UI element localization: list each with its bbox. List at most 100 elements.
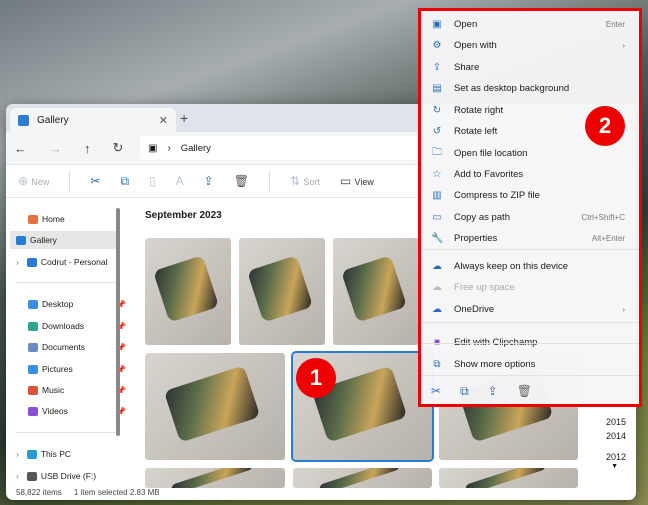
gallery-icon: ▣ [148, 142, 158, 154]
folder-icon [28, 342, 38, 352]
menu-item-show-more-options[interactable]: ⧉ Show more options [427, 354, 633, 375]
divider [16, 282, 116, 283]
cut-icon[interactable]: ✂ [431, 384, 441, 399]
delete-button[interactable]: 🗑 [234, 174, 249, 188]
sidebar-item-label: Downloads [42, 321, 85, 331]
refresh-button[interactable]: ↻ [113, 140, 124, 156]
menu-item-copy-as-path[interactable]: ▭ Copy as path Ctrl+Shift+C [427, 207, 633, 228]
sidebar-item-this-pc[interactable]: › This PC [16, 445, 120, 463]
sidebar-item-label: Videos [42, 406, 68, 416]
menu-item-open-with[interactable]: ⚙ Open with › [427, 35, 633, 56]
menu-separator [421, 343, 639, 344]
expand-chevron-icon[interactable]: › [16, 257, 19, 267]
folder-icon [28, 406, 38, 416]
sidebar-item-gallery[interactable]: Gallery [10, 231, 116, 249]
menu-item-free-up-space[interactable]: ☁ Free up space [427, 277, 633, 298]
sidebar-item-label: Documents [42, 342, 85, 352]
properties-icon: 🔧 [431, 233, 444, 244]
tab-title: Gallery [37, 114, 69, 126]
delete-icon[interactable]: 🗑 [517, 384, 532, 399]
up-button[interactable]: ↑ [84, 141, 91, 156]
rotate-right-icon: ↻ [432, 105, 442, 116]
scroll-down-arrow-icon[interactable]: ▼ [611, 463, 618, 470]
item-count: 58,822 items [16, 487, 62, 497]
year-2014[interactable]: 2014 [606, 431, 626, 441]
menu-item-label: Rotate right [454, 105, 504, 116]
folder-icon [28, 321, 38, 331]
photo-thumbnail[interactable] [239, 238, 325, 345]
rename-button[interactable]: A [176, 174, 184, 188]
sidebar-scrollbar[interactable] [116, 208, 120, 436]
open-file-location-icon: 🗀 [432, 147, 442, 158]
always-keep-on-this-device-icon: ☁ [432, 261, 442, 272]
menu-item-always-keep-on-this-device[interactable]: ☁ Always keep on this device [427, 256, 633, 277]
breadcrumb-gallery[interactable]: Gallery [181, 143, 211, 154]
sidebar-item-usb-drive-f[interactable]: › USB Drive (F:) [16, 467, 120, 485]
expand-chevron-icon[interactable]: › [16, 471, 19, 481]
close-tab-button[interactable]: ✕ [159, 114, 168, 127]
menu-item-label: Add to Favorites [454, 169, 524, 180]
photo-thumbnail[interactable] [145, 238, 231, 345]
menu-item-label: Free up space [454, 282, 515, 293]
menu-item-label: Copy as path [454, 212, 510, 223]
menu-separator [421, 322, 639, 323]
photo-thumbnail[interactable] [333, 238, 419, 345]
new-tab-button[interactable]: + [180, 110, 188, 126]
back-button[interactable]: ← [14, 141, 27, 156]
cut-button[interactable]: ✂ [90, 174, 100, 188]
photo-thumbnail[interactable] [145, 353, 285, 460]
annotation-badge-1: 1 [296, 358, 336, 398]
year-2012[interactable]: 2012 [606, 452, 626, 462]
menu-item-label: Open file location [454, 148, 528, 159]
sidebar-item-label: This PC [40, 449, 72, 459]
sidebar-item-label: USB Drive (F:) [40, 471, 97, 481]
forward-button[interactable]: → [49, 141, 62, 156]
folder-icon [28, 299, 38, 309]
share-button[interactable]: ⇪ [204, 174, 214, 188]
folder-icon [26, 257, 37, 267]
view-button[interactable]: ▭ View [340, 174, 374, 188]
menu-item-label: Open [454, 19, 478, 30]
new-button[interactable]: ⊕ New [18, 174, 49, 188]
paste-button[interactable]: ▯ [149, 174, 156, 188]
divider [16, 432, 116, 433]
folder-icon [26, 449, 37, 459]
folder-icon [28, 385, 38, 395]
sidebar-item-label: Music [42, 385, 65, 395]
tab-gallery[interactable]: Gallery ✕ [10, 108, 176, 132]
address-bar[interactable]: ▣ › Gallery [140, 136, 430, 160]
menu-item-shortcut: › [622, 305, 625, 314]
menu-item-shortcut: Ctrl+Shift+C [581, 213, 625, 222]
sort-button[interactable]: ⇅ Sort [290, 174, 320, 188]
set-as-desktop-background-icon: ▤ [432, 83, 442, 94]
year-2015[interactable]: 2015 [606, 417, 626, 427]
open-with-icon: ⚙ [432, 40, 442, 51]
expand-chevron-icon[interactable]: › [16, 449, 19, 459]
folder-icon [26, 471, 37, 481]
copy-button[interactable]: ⧉ [120, 174, 129, 189]
new-label: New [31, 177, 50, 187]
menu-item-label: Share [454, 62, 480, 73]
navigation-pane: Home Gallery › Codrut - Personal Desktop 📌 Dow… [6, 200, 126, 485]
menu-item-shortcut: Enter [605, 20, 625, 29]
selection-info: 1 item selected 2.83 MB [73, 487, 160, 497]
menu-item-set-as-desktop-background[interactable]: ▤ Set as desktop background [427, 78, 633, 99]
copy-as-path-icon: ▭ [432, 212, 442, 223]
copy-icon[interactable]: ⧉ [460, 384, 469, 399]
breadcrumb-chevron-icon: › [167, 142, 171, 154]
menu-item-add-to-favorites[interactable]: ☆ Add to Favorites [427, 164, 633, 185]
menu-item-properties[interactable]: 🔧 Properties Alt+Enter [427, 228, 633, 249]
menu-item-compress-to-zip-file[interactable]: ▥ Compress to ZIP file [427, 185, 633, 206]
menu-item-open-file-location[interactable]: 🗀 Open file location [427, 143, 633, 164]
share-icon: ⇪ [432, 62, 442, 73]
show-more-options-icon: ⧉ [433, 359, 441, 370]
folder-icon [28, 214, 38, 224]
menu-item-label: Compress to ZIP file [454, 190, 540, 201]
menu-item-share[interactable]: ⇪ Share [427, 57, 633, 78]
menu-item-open[interactable]: ▣ Open Enter [427, 14, 633, 35]
share-icon[interactable]: ⇪ [488, 384, 498, 399]
sidebar-item-codrut-personal[interactable]: › Codrut - Personal [16, 253, 120, 271]
status-bar: 58,822 items 1 item selected 2.83 MB [6, 484, 636, 500]
menu-item-onedrive[interactable]: ☁ OneDrive › [427, 299, 633, 320]
rotate-left-icon: ↺ [432, 126, 442, 137]
